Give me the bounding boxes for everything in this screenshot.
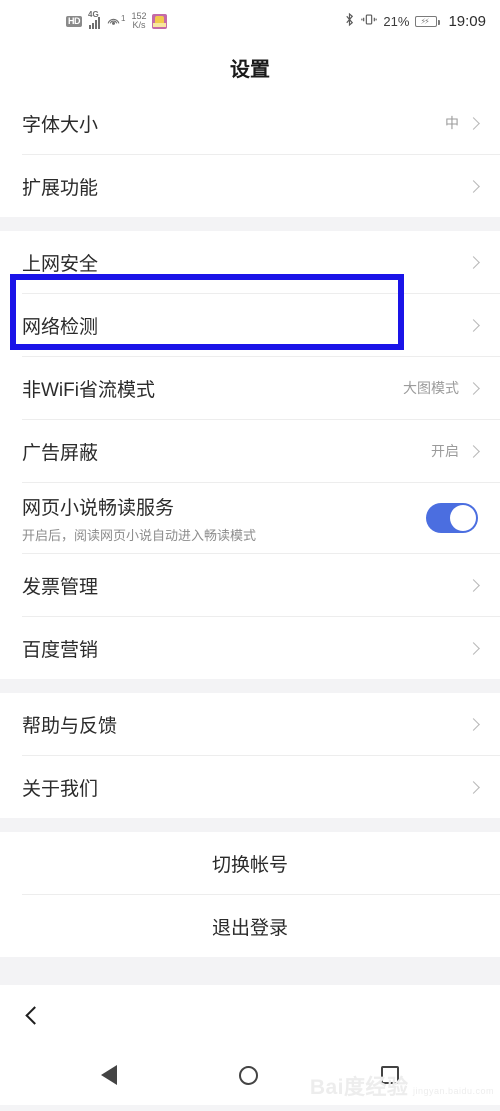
row-label: 上网安全 [22,253,99,275]
row-switch-account[interactable]: 切换帐号 [0,832,500,894]
chevron-right-icon [467,717,480,731]
row-font-size[interactable]: 字体大小 中 [0,92,500,154]
toggle-knob [450,505,476,531]
section-gap [0,818,500,832]
chevron-right-icon [467,578,480,592]
row-logout[interactable]: 退出登录 [0,895,500,957]
row-network-detection[interactable]: 网络检测 [0,294,500,356]
row-label: 网页小说畅读服务 [22,497,175,519]
chevron-right-icon [467,179,480,193]
nav-back-triangle-icon[interactable] [101,1065,118,1085]
section-gap [0,679,500,693]
chevron-right-icon [467,255,480,269]
cellular-signal-icon: 4G [88,10,100,29]
row-internet-security[interactable]: 上网安全 [0,231,500,293]
row-help-and-feedback[interactable]: 帮助与反馈 [0,693,500,755]
hotspot-count-label: 1 [121,13,126,23]
row-label: 广告屏蔽 [22,442,99,464]
battery-charging-glyph: ⚡⚡ [420,16,429,26]
page-title-bar: 设置 [0,42,500,92]
row-web-novel-reading-service[interactable]: 网页小说畅读服务 开启后，阅读网页小说自动进入畅读模式 [0,483,500,553]
network-speed-unit: K/s [132,20,146,30]
row-label: 非WiFi省流模式 [22,379,155,401]
row-baidu-marketing[interactable]: 百度营销 [0,617,500,679]
row-value: 中 [445,115,459,131]
settings-section-network: 上网安全 网络检测 非WiFi省流模式 大图模式 广告屏蔽 开启 网页小说畅读服… [0,231,500,679]
row-label: 百度营销 [22,639,99,661]
bottom-spacer [0,957,500,985]
row-value: 开启 [431,443,459,459]
row-label: 网络检测 [22,316,99,338]
status-bar-right: 21% ⚡⚡ 19:09 [344,12,486,30]
chevron-right-icon [467,780,480,794]
android-nav-bar: Bai度经验 jingyan.baidu.com [0,1045,500,1105]
row-label: 切换帐号 [211,854,288,876]
row-value: 大图模式 [403,380,459,396]
row-about-us[interactable]: 关于我们 [0,756,500,818]
chevron-right-icon [467,381,480,395]
app-notification-icon [152,13,168,29]
row-label: 关于我们 [22,778,99,800]
row-label: 发票管理 [22,576,99,598]
status-bar-left: HD 4G 1 152 K/s [66,10,168,31]
chevron-right-icon [467,318,480,332]
status-bar: HD 4G 1 152 K/s 21% ⚡⚡ 19:09 [0,0,500,42]
bluetooth-icon [344,12,355,30]
vibrate-icon [361,12,378,30]
chevron-right-icon [467,641,480,655]
network-type-label: 4G [88,10,99,19]
web-novel-toggle[interactable] [426,503,478,533]
section-gap [0,217,500,231]
row-text-column: 网页小说畅读服务 开启后，阅读网页小说自动进入畅读模式 [22,493,426,544]
watermark-line-2: jingyan.baidu.com [412,1086,494,1096]
phone-screen: HD 4G 1 152 K/s 21% ⚡⚡ 19:09 设置 字体大小 中 扩… [0,0,500,1111]
battery-percent-label: 21% [383,13,410,29]
nav-home-circle-icon[interactable] [239,1065,259,1085]
row-sublabel: 开启后，阅读网页小说自动进入畅读模式 [22,527,257,543]
row-label: 字体大小 [22,114,99,136]
nav-recents-square-icon[interactable] [380,1066,399,1084]
settings-section-account: 切换帐号 退出登录 [0,832,500,957]
hd-icon: HD [66,15,82,27]
settings-section-display: 字体大小 中 扩展功能 [0,92,500,217]
browser-back-bar [0,985,500,1045]
row-extended-features[interactable]: 扩展功能 [0,155,500,217]
page-title: 设置 [230,58,270,81]
watermark: Bai度经验 jingyan.baidu.com [310,1077,494,1099]
hotspot-icon: 1 [106,14,125,29]
row-invoice-management[interactable]: 发票管理 [0,554,500,616]
row-label: 退出登录 [211,917,288,939]
row-ad-block[interactable]: 广告屏蔽 开启 [0,420,500,482]
chevron-right-icon [467,116,480,130]
row-label: 帮助与反馈 [22,715,118,737]
battery-icon: ⚡⚡ [415,15,441,27]
row-label: 扩展功能 [22,177,99,199]
row-non-wifi-data-saver[interactable]: 非WiFi省流模式 大图模式 [0,357,500,419]
back-chevron-icon[interactable] [25,1005,44,1025]
settings-section-support: 帮助与反馈 关于我们 [0,693,500,818]
network-speed-indicator: 152 K/s [131,11,146,31]
clock-label: 19:09 [448,12,486,30]
chevron-right-icon [467,444,480,458]
